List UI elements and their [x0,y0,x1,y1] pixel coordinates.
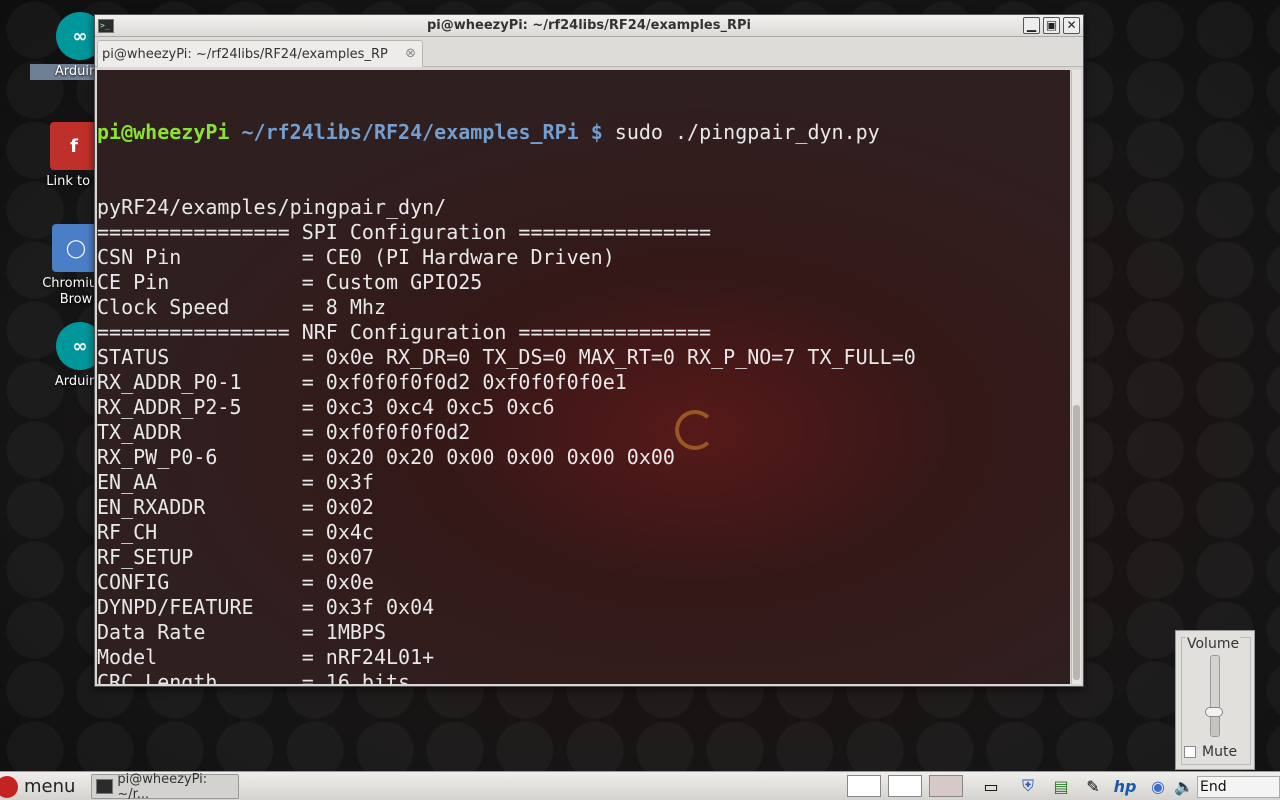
terminal-line: Data Rate = 1MBPS [97,620,386,644]
volume-slider-knob[interactable] [1205,707,1223,718]
terminal-line: pyRF24/examples/pingpair_dyn/ [97,195,447,219]
terminal-scrollbar[interactable] [1071,70,1081,684]
tab-label: pi@wheezyPi: ~/rf24libs/RF24/examples_RP [102,47,388,62]
terminal-line: CSN Pin = CE0 (PI Hardware Driven) [97,245,615,269]
terminal-line: TX_ADDR = 0xf0f0f0f0d2 [97,420,471,444]
tab-close-icon[interactable]: ⊗ [405,46,416,61]
terminal-line: CE Pin = Custom GPIO25 [97,270,483,294]
terminal-line: STATUS = 0x0e RX_DR=0 TX_DS=0 MAX_RT=0 R… [97,345,916,369]
volume-slider[interactable] [1210,655,1220,737]
desktop-pager-2[interactable] [888,775,922,797]
minimize-all-icon[interactable]: ▭ [976,775,1006,797]
minimize-button[interactable]: ▁ [1023,17,1040,34]
terminal-line: RX_ADDR_P2-5 = 0xc3 0xc4 0xc5 0xc6 [97,395,555,419]
tab-bar: pi@wheezyPi: ~/rf24libs/RF24/examples_RP… [95,37,1083,67]
terminal-line: RF_SETUP = 0x07 [97,545,374,569]
terminal-window[interactable]: >_ pi@wheezyPi: ~/rf24libs/RF24/examples… [94,14,1084,687]
maximize-button[interactable]: ▣ [1043,17,1060,34]
desktop-pager-3[interactable] [929,775,963,797]
prompt-line: pi@wheezyPi ~/rf24libs/RF24/examples_RPi… [97,120,952,145]
menu-label: menu [24,776,76,797]
terminal-line: Model = nRF24L01+ [97,645,435,669]
mute-label: Mute [1202,744,1238,760]
chromium-icon: ◯ [52,224,100,272]
terminal-tab[interactable]: pi@wheezyPi: ~/rf24libs/RF24/examples_RP… [97,40,423,67]
volume-panel: Volume Mute [1175,630,1255,770]
terminal-output[interactable]: pi@wheezyPi ~/rf24libs/RF24/examples_RPi… [97,70,1070,684]
taskbar-task-label: pi@wheezyPi: ~/r... [117,771,208,800]
terminal-line: DYNPD/FEATURE = 0x3f 0x04 [97,595,435,619]
terminal-line: CRC Length = 16 bits [97,670,411,684]
pen-icon[interactable]: ✎ [1080,775,1106,797]
cpu-monitor-icon[interactable]: ▤ [1048,775,1074,797]
window-title: pi@wheezyPi: ~/rf24libs/RF24/examples_RP… [427,18,751,33]
volume-label: Volume [1186,636,1241,652]
desktop-pager-1[interactable] [847,775,881,797]
file-link-icon: f [50,122,98,170]
speaker-icon[interactable]: 🔈 [1172,775,1196,797]
terminal-icon [96,779,114,794]
window-titlebar[interactable]: >_ pi@wheezyPi: ~/rf24libs/RF24/examples… [95,15,1083,37]
mute-checkbox[interactable] [1184,746,1196,758]
terminal-line: CONFIG = 0x0e [97,570,374,594]
chromium-tray-icon[interactable]: ◉ [1146,775,1170,797]
raspberry-menu-icon [0,775,18,798]
terminal-line: RF_CH = 0x4c [97,520,374,544]
end-session-button[interactable]: End Session [1197,776,1280,800]
prompt-command: sudo ./pingpair_dyn.py [614,120,880,144]
terminal-line: RX_PW_P0-6 = 0x20 0x20 0x00 0x00 0x00 0x… [97,445,675,469]
terminal-line: EN_AA = 0x3f [97,470,374,494]
terminal-line: RX_ADDR_P0-1 = 0xf0f0f0f0d2 0xf0f0f0f0e1 [97,370,627,394]
terminal-line: Clock Speed = 8 Mhz [97,295,386,319]
terminal-line: EN_RXADDR = 0x02 [97,495,374,519]
prompt-user: pi@wheezyPi [97,120,230,144]
terminal-line: ================ SPI Configuration =====… [97,220,712,244]
terminal-line: ================ NRF Configuration =====… [97,320,712,344]
close-button[interactable]: ✕ [1063,17,1080,34]
prompt-symbol: $ [590,120,603,144]
menu-button[interactable]: menu [0,774,88,799]
prompt-path: ~/rf24libs/RF24/examples_RPi [241,120,579,144]
shield-icon[interactable]: ⛨ [1014,775,1042,797]
hp-icon[interactable]: hp [1110,775,1140,797]
scrollbar-thumb[interactable] [1073,405,1080,680]
taskbar-terminal-button[interactable]: pi@wheezyPi: ~/r... [91,771,239,800]
taskbar: menu pi@wheezyPi: ~/r... ▭ ⛨ ▤ ✎ hp ◉ 🔈 … [0,771,1280,800]
